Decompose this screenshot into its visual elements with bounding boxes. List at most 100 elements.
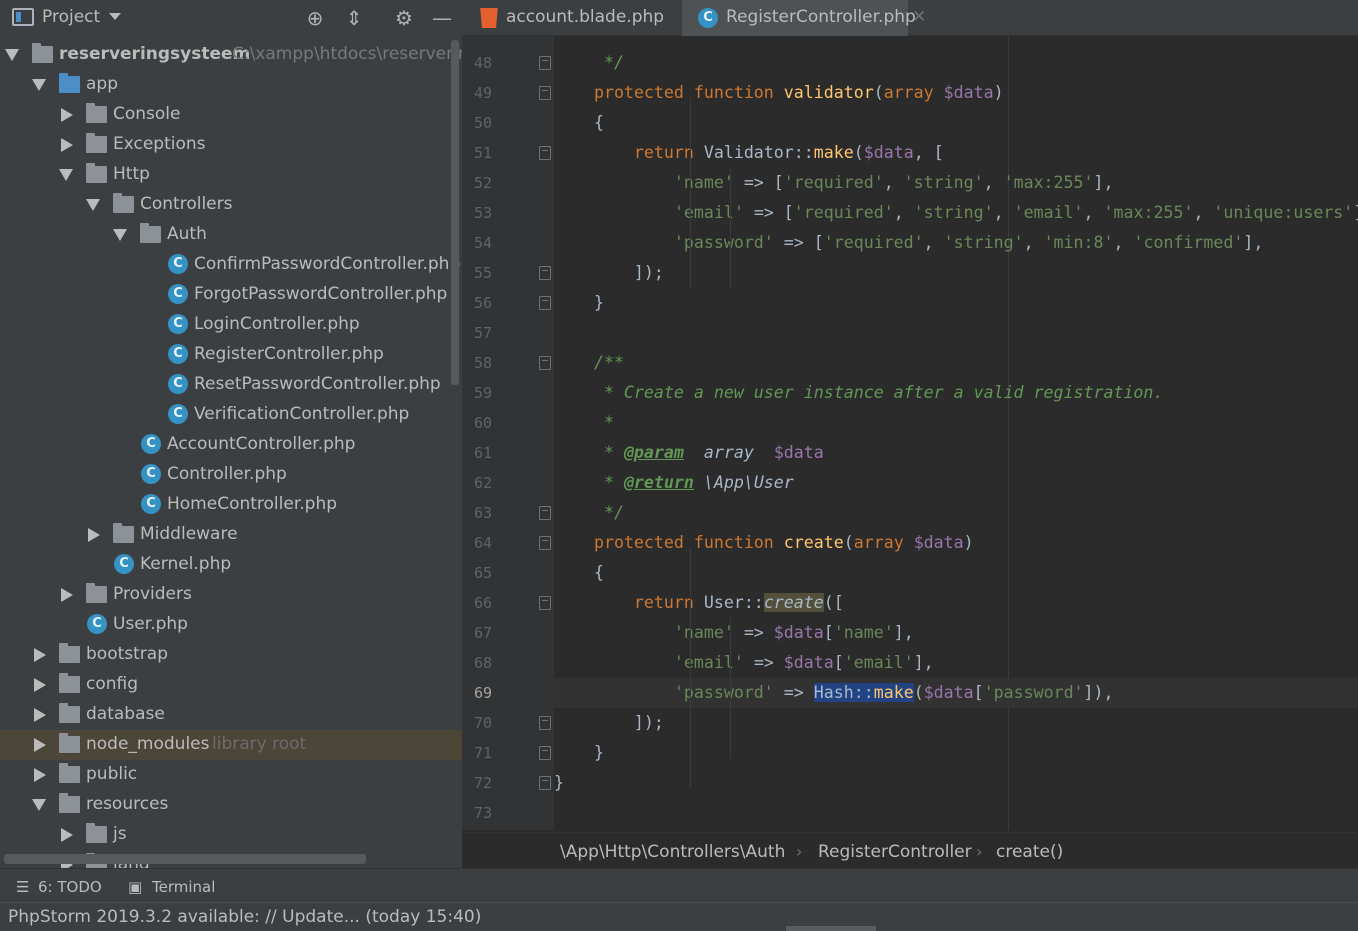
breadcrumb-class[interactable]: RegisterController xyxy=(818,842,972,862)
code-line[interactable]: } xyxy=(554,738,1358,768)
expand-arrow-icon[interactable] xyxy=(5,49,19,61)
locate-icon[interactable]: ⊕ xyxy=(303,6,327,30)
expand-arrow-icon[interactable] xyxy=(59,169,73,181)
code-line[interactable]: 'password' => Hash::make($data['password… xyxy=(554,678,1358,708)
code-line[interactable]: return Validator::make($data, [ xyxy=(554,138,1358,168)
tree-item[interactable]: C Controller.php xyxy=(0,460,462,490)
tree-item[interactable]: bootstrap xyxy=(0,640,462,670)
fold-marker-icon[interactable] xyxy=(539,266,551,280)
collapse-icon[interactable]: ⇕ xyxy=(342,6,366,30)
tree-item[interactable]: resources xyxy=(0,790,462,820)
code-view[interactable]: */ protected function validator(array $d… xyxy=(554,36,1358,830)
fold-marker-icon[interactable] xyxy=(539,746,551,760)
tree-item[interactable]: C ForgotPasswordController.php xyxy=(0,280,462,310)
code-line[interactable]: */ xyxy=(554,48,1358,78)
tree-item[interactable]: config xyxy=(0,670,462,700)
code-line[interactable]: protected function create(array $data) xyxy=(554,528,1358,558)
fold-marker-icon[interactable] xyxy=(539,356,551,370)
expand-arrow-icon[interactable] xyxy=(113,229,127,241)
tree-item[interactable]: app xyxy=(0,70,462,100)
tree-item[interactable]: js xyxy=(0,820,462,850)
terminal-icon[interactable]: ▣ xyxy=(128,878,142,896)
collapse-arrow-icon[interactable] xyxy=(61,138,73,152)
code-line[interactable]: 'email' => $data['email'], xyxy=(554,648,1358,678)
expand-arrow-icon[interactable] xyxy=(32,799,46,811)
tree-item[interactable]: Http xyxy=(0,160,462,190)
tree-item[interactable]: Console xyxy=(0,100,462,130)
tree-item[interactable]: C HomeController.php xyxy=(0,490,462,520)
tree-horizontal-scrollbar[interactable] xyxy=(4,854,366,864)
tree-item[interactable]: Controllers xyxy=(0,190,462,220)
code-line[interactable]: * Create a new user instance after a val… xyxy=(554,378,1358,408)
fold-marker-icon[interactable] xyxy=(539,596,551,610)
code-line[interactable]: return User::create([ xyxy=(554,588,1358,618)
tree-item[interactable]: C VerificationController.php xyxy=(0,400,462,430)
code-line[interactable]: } xyxy=(554,288,1358,318)
expand-arrow-icon[interactable] xyxy=(32,79,46,91)
collapse-arrow-icon[interactable] xyxy=(34,648,46,662)
code-line[interactable]: 'password' => ['required', 'string', 'mi… xyxy=(554,228,1358,258)
tree-item[interactable]: C User.php xyxy=(0,610,462,640)
fold-marker-icon[interactable] xyxy=(539,146,551,160)
tree-item[interactable]: public xyxy=(0,760,462,790)
tree-item[interactable]: database xyxy=(0,700,462,730)
code-line[interactable]: protected function validator(array $data… xyxy=(554,78,1358,108)
collapse-arrow-icon[interactable] xyxy=(88,528,100,542)
collapse-arrow-icon[interactable] xyxy=(61,828,73,842)
code-line[interactable] xyxy=(554,798,1358,828)
status-message[interactable]: PhpStorm 2019.3.2 available: // Update..… xyxy=(8,907,481,927)
tree-item[interactable]: Providers xyxy=(0,580,462,610)
tree-vertical-scrollbar[interactable] xyxy=(451,40,459,385)
collapse-arrow-icon[interactable] xyxy=(61,588,73,602)
fold-marker-icon[interactable] xyxy=(539,776,551,790)
project-view-dropdown-icon[interactable] xyxy=(109,13,121,20)
collapse-arrow-icon[interactable] xyxy=(61,108,73,122)
project-title[interactable]: Project xyxy=(42,7,100,27)
code-line[interactable]: * @param array $data xyxy=(554,438,1358,468)
tree-item[interactable]: Middleware xyxy=(0,520,462,550)
tree-item[interactable]: Auth xyxy=(0,220,462,250)
code-line[interactable] xyxy=(554,318,1358,348)
collapse-arrow-icon[interactable] xyxy=(34,768,46,782)
code-line[interactable]: { xyxy=(554,558,1358,588)
list-icon[interactable]: ☰ xyxy=(16,878,29,896)
fold-marker-icon[interactable] xyxy=(539,296,551,310)
collapse-arrow-icon[interactable] xyxy=(34,678,46,692)
collapse-arrow-icon[interactable] xyxy=(34,738,46,752)
tree-item[interactable]: C ConfirmPasswordController.php xyxy=(0,250,462,280)
tree-item[interactable]: C ResetPasswordController.php xyxy=(0,370,462,400)
code-line[interactable]: * @return \App\User xyxy=(554,468,1358,498)
tree-root[interactable]: reserveringsysteem C:\xampp\htdocs\reser… xyxy=(0,40,462,70)
collapse-arrow-icon[interactable] xyxy=(34,708,46,722)
expand-arrow-icon[interactable] xyxy=(86,199,100,211)
tree-item[interactable]: node_modules library root xyxy=(0,730,462,760)
code-line[interactable]: { xyxy=(554,108,1358,138)
close-icon[interactable]: ✕ xyxy=(912,7,926,27)
code-line[interactable]: 'email' => ['required', 'string', 'email… xyxy=(554,198,1358,228)
fold-marker-icon[interactable] xyxy=(539,536,551,550)
minimize-icon[interactable]: — xyxy=(430,6,454,30)
code-line[interactable]: 'name' => ['required', 'string', 'max:25… xyxy=(554,168,1358,198)
fold-marker-icon[interactable] xyxy=(539,716,551,730)
code-line[interactable]: */ xyxy=(554,498,1358,528)
fold-marker-icon[interactable] xyxy=(539,506,551,520)
tree-item[interactable]: C Kernel.php xyxy=(0,550,462,580)
code-line[interactable]: * xyxy=(554,408,1358,438)
code-line[interactable]: } xyxy=(554,768,1358,798)
tab-account-blade[interactable]: account.blade.php xyxy=(462,0,682,36)
code-line[interactable]: ]); xyxy=(554,708,1358,738)
fold-marker-icon[interactable] xyxy=(539,56,551,70)
todo-button[interactable]: 6: TODO xyxy=(38,878,102,896)
tab-register-controller[interactable]: C RegisterController.php ✕ xyxy=(682,0,926,36)
code-line[interactable]: /** xyxy=(554,348,1358,378)
tree-item[interactable]: C AccountController.php xyxy=(0,430,462,460)
tree-item[interactable]: C LoginController.php xyxy=(0,310,462,340)
breadcrumb-method[interactable]: create() xyxy=(996,842,1063,862)
gear-icon[interactable]: ⚙ xyxy=(392,6,416,30)
code-line[interactable]: 'name' => $data['name'], xyxy=(554,618,1358,648)
breadcrumb-namespace[interactable]: \App\Http\Controllers\Auth xyxy=(560,842,785,862)
fold-marker-icon[interactable] xyxy=(539,86,551,100)
tree-item[interactable]: C RegisterController.php xyxy=(0,340,462,370)
tree-item[interactable]: Exceptions xyxy=(0,130,462,160)
terminal-button[interactable]: Terminal xyxy=(152,878,215,896)
